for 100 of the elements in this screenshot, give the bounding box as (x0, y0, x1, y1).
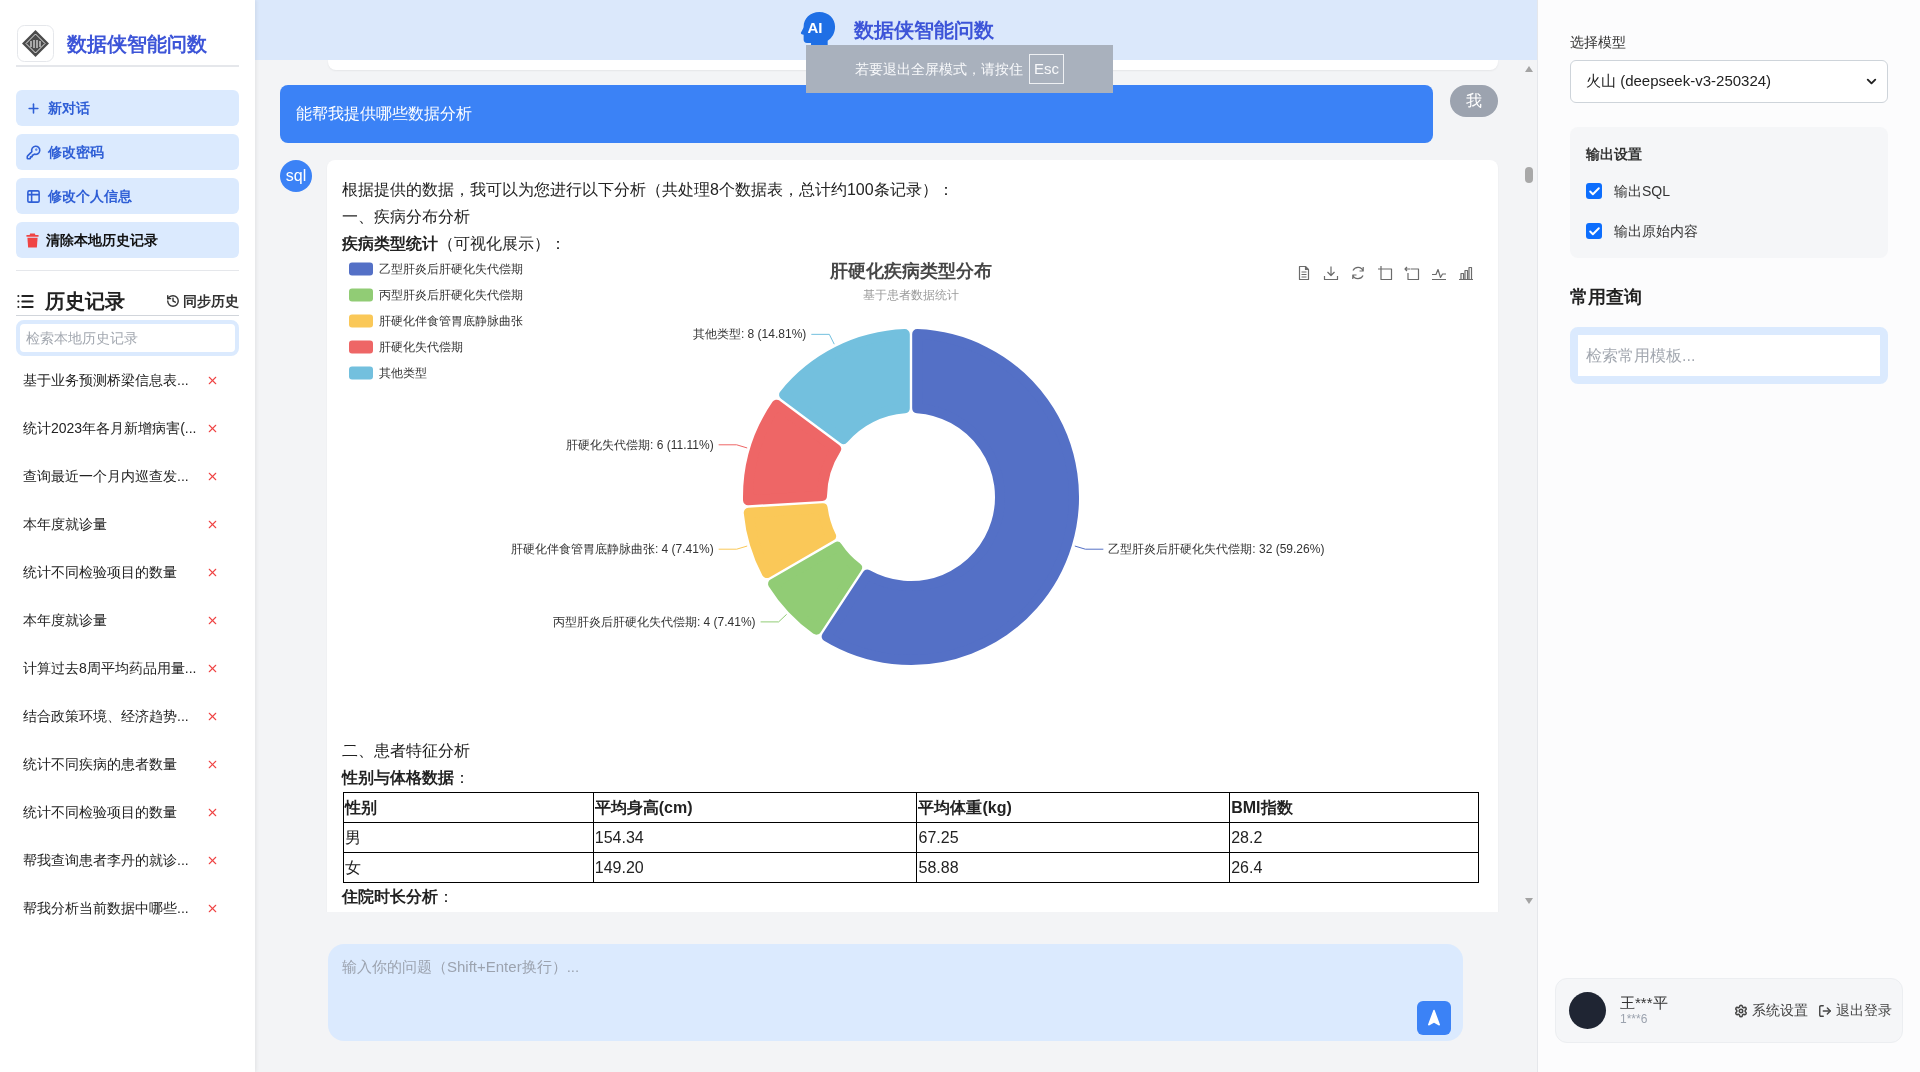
settings-button[interactable]: 系统设置 (1734, 1000, 1808, 1021)
table-header: 性别 (343, 792, 594, 823)
table-header: 平均身高(cm) (593, 792, 917, 823)
user-message: 能帮我提供哪些数据分析 (280, 85, 1433, 143)
trash-icon (26, 232, 39, 248)
legend-label[interactable]: 肝硬化失代偿期 (379, 340, 463, 354)
user-avatar: 我 (1450, 85, 1498, 117)
reply-text: 根据提供的数据，我可以为您进行以下分析（共处理8个数据表，总计约100条记录）： (342, 180, 955, 200)
slice-label: 丙型肝炎后肝硬化失代偿期: 4 (7.41%) (552, 614, 756, 629)
legend-swatch-icon[interactable] (349, 340, 373, 354)
sidebar-action-button[interactable]: 新对话 (16, 90, 239, 126)
history-item[interactable]: 基于业务预测桥梁信息表... (23, 369, 189, 391)
leader-line (718, 545, 748, 550)
donut-slice[interactable] (743, 399, 842, 506)
history-title: 历史记录 (45, 289, 125, 313)
table-header: BMI指数 (1229, 792, 1479, 823)
chart-title: 肝硬化疾病类型分布 (830, 261, 992, 281)
table-cell: 154.34 (593, 822, 917, 853)
history-search-field[interactable]: 检索本地历史记录 (16, 320, 239, 356)
legend-label[interactable]: 肝硬化伴食管胃底静脉曲张 (379, 314, 523, 328)
refresh-icon[interactable] (1350, 265, 1366, 281)
key-icon (26, 144, 41, 160)
checkbox[interactable] (1586, 223, 1602, 239)
legend-label[interactable]: 丙型肝炎后肝硬化失代偿期 (379, 288, 523, 302)
section-title: 输出设置 (1586, 145, 1643, 164)
question-input[interactable]: 输入你的问题（Shift+Enter换行）... (328, 944, 1463, 1041)
table-cell: 58.88 (917, 852, 1230, 883)
sidebar-action-button[interactable]: 修改个人信息 (16, 178, 239, 214)
logout-icon (1818, 1003, 1832, 1018)
diamond-logo-icon (17, 25, 54, 62)
app-title: 数据侠智能问数 (67, 31, 207, 57)
option-label: 输出原始内容 (1614, 221, 1698, 241)
history-item[interactable]: 统计不同检验项目的数量 (23, 561, 177, 583)
checkbox[interactable] (1586, 183, 1602, 199)
esc-key: Esc (1029, 54, 1064, 84)
history-item[interactable]: 统计2023年各月新增病害(... (23, 417, 197, 439)
scrollbar-thumb[interactable] (1524, 167, 1533, 183)
legend-swatch-icon[interactable] (349, 366, 373, 380)
legend-label[interactable]: 乙型肝炎后肝硬化失代偿期 (379, 262, 523, 276)
leader-line (718, 444, 748, 449)
table-cell: 67.25 (917, 822, 1230, 853)
user-name: 王***平 (1620, 994, 1668, 1012)
history-item[interactable]: 本年度就诊量 (23, 609, 107, 631)
history-icon (166, 294, 180, 308)
leader-line (1074, 545, 1104, 550)
legend-swatch-icon[interactable] (349, 288, 373, 302)
user-account: 1***6 (1620, 1012, 1649, 1027)
scroll-down-icon[interactable] (1524, 898, 1533, 904)
crop-icon[interactable] (1377, 265, 1393, 281)
donut-slice[interactable] (768, 541, 863, 635)
history-item[interactable]: 查询最近一个月内巡查发... (23, 465, 189, 487)
table-cell: 26.4 (1229, 852, 1479, 883)
scroll-up-icon[interactable] (1524, 66, 1533, 72)
table-icon (26, 188, 41, 204)
history-item[interactable]: 计算过去8周平均药品用量... (23, 657, 197, 679)
slice-label: 肝硬化失代偿期: 6 (11.11%) (566, 437, 714, 452)
slice-label: 肝硬化伴食管胃底静脉曲张: 4 (7.41%) (510, 542, 714, 557)
reply-text: 性别与体格数据： (342, 768, 471, 788)
send-button[interactable] (1417, 1001, 1451, 1035)
reply-text: 住院时长分析： (342, 887, 455, 907)
legend-label[interactable]: 其他类型 (379, 366, 427, 380)
document-icon[interactable] (1296, 265, 1312, 281)
chart-subtitle: 基于患者数据统计 (863, 288, 959, 302)
bar-chart-icon[interactable] (1458, 265, 1474, 281)
download-icon[interactable] (1323, 265, 1339, 281)
history-item[interactable]: 统计不同检验项目的数量 (23, 801, 177, 823)
table-header: 平均体重(kg) (917, 792, 1230, 823)
history-item[interactable]: 统计不同疾病的患者数量 (23, 753, 177, 775)
leader-line (810, 333, 835, 345)
section-title: 常用查询 (1570, 286, 1643, 309)
slice-label: 其他类型: 8 (14.81%) (692, 327, 807, 342)
plus-icon (26, 100, 41, 116)
slice-label: 乙型肝炎后肝硬化失代偿期: 32 (59.26%) (1108, 542, 1325, 557)
reply-text: 疾病类型统计（可视化展示）： (342, 234, 567, 254)
field-label: 选择模型 (1570, 33, 1627, 52)
notice-text: 若要退出全屏模式，请按住 (855, 59, 1023, 79)
reply-text: 一、疾病分布分析 (342, 207, 471, 227)
table-cell: 28.2 (1229, 822, 1479, 853)
settings-icon (1734, 1003, 1748, 1018)
history-item[interactable]: 帮我查询患者李丹的就诊... (23, 849, 189, 871)
sync-history-button[interactable]: 同步历史 (166, 290, 239, 312)
history-item[interactable]: 帮我分析当前数据中哪些... (23, 897, 189, 919)
model-select[interactable]: 火山 (deepseek-v3-250324) (1570, 60, 1888, 103)
donut-slice[interactable] (821, 329, 1079, 665)
option-label: 输出SQL (1614, 181, 1670, 201)
legend-swatch-icon[interactable] (349, 262, 373, 276)
legend-swatch-icon[interactable] (349, 314, 373, 328)
logout-button[interactable]: 退出登录 (1818, 1000, 1892, 1021)
table-cell: 女 (343, 852, 594, 883)
undo-icon[interactable] (1404, 265, 1420, 281)
reply-text: 二、患者特征分析 (342, 741, 471, 761)
template-search-field[interactable]: 检索常用模板... (1570, 327, 1888, 384)
app-title: 数据侠智能问数 (853, 18, 994, 43)
history-item[interactable]: 结合政策环境、经济趋势... (23, 705, 189, 727)
leader-line (760, 613, 788, 623)
table-cell: 149.20 (593, 852, 917, 883)
history-item[interactable]: 本年度就诊量 (23, 513, 107, 535)
sidebar-action-button[interactable]: 清除本地历史记录 (16, 222, 239, 258)
logo-text: AI (807, 18, 823, 37)
sidebar-action-button[interactable]: 修改密码 (16, 134, 239, 170)
